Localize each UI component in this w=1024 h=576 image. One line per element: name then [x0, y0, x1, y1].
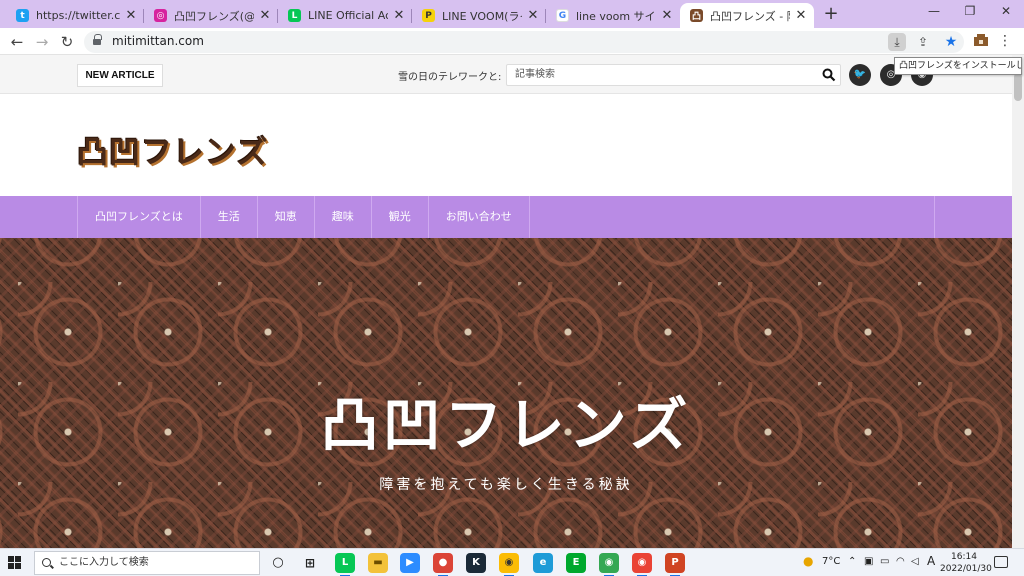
ime-indicator[interactable]: A: [927, 554, 935, 568]
install-app-icon[interactable]: ⤓: [888, 33, 906, 51]
share-icon[interactable]: ⇪: [914, 33, 932, 51]
nav-item-wisdom[interactable]: 知恵: [258, 196, 315, 238]
nav-item-contact[interactable]: お問い合わせ: [429, 196, 530, 238]
page-scrollbar[interactable]: ▲: [1012, 55, 1024, 548]
bookmark-star-icon[interactable]: ★: [942, 33, 960, 51]
wifi-icon[interactable]: ◠: [896, 556, 905, 567]
browser-toolbar: ← → ↻ mitimittan.com ⤓ ⇪ ★: [0, 28, 1024, 55]
chrome-icon[interactable]: ◉: [499, 553, 519, 576]
minimize-icon[interactable]: —: [924, 4, 944, 22]
search-icon[interactable]: [822, 68, 836, 82]
latest-article-ticker[interactable]: 雪の日のテレワークと:: [398, 68, 501, 83]
close-icon[interactable]: ✕: [526, 8, 540, 23]
restore-icon[interactable]: ❐: [960, 4, 980, 22]
scrollbar-thumb[interactable]: [1014, 73, 1022, 101]
close-icon[interactable]: ✕: [660, 8, 674, 23]
google-icon: G: [556, 9, 569, 22]
tab-google[interactable]: G line voom サイズ - Go ✕: [546, 3, 680, 28]
kindle-icon[interactable]: K: [466, 553, 486, 573]
tab-dekoboko-active[interactable]: 凸 凸凹フレンズ - 障害を抱 ✕: [680, 3, 814, 28]
windows-start-icon[interactable]: [8, 556, 22, 570]
reload-icon[interactable]: ↻: [57, 32, 77, 52]
back-arrow-icon[interactable]: ←: [7, 32, 27, 52]
file-explorer-icon[interactable]: ▬: [368, 553, 388, 573]
tray-app-icon[interactable]: ▣: [864, 556, 873, 567]
site-nav-menu: 凸凹フレンズとは 生活 知恵 趣味 観光 お問い合わせ: [77, 196, 935, 238]
chrome-window-icon[interactable]: ◉: [632, 553, 652, 576]
tab-twitter[interactable]: t https://twitter.com/ ✕: [6, 3, 144, 28]
edge-icon[interactable]: e: [533, 553, 553, 573]
new-article-label: NEW ARTICLE: [77, 64, 163, 87]
site-header: 凸凹フレンズ: [0, 95, 1012, 196]
address-bar[interactable]: mitimittan.com ⤓ ⇪ ★: [84, 31, 964, 53]
tab-title: LINE Official Accoun: [308, 9, 388, 22]
hero-banner: 凸凹フレンズ 障害を抱えても楽しく生きる秘訣: [0, 238, 1012, 548]
taskbar-search-placeholder: ここに入力して検索: [59, 557, 149, 568]
taskbar-search-input[interactable]: ここに入力して検索: [34, 551, 260, 575]
twitter-icon: t: [16, 9, 29, 22]
tab-title: LINE VOOM(ラインブ: [442, 9, 522, 23]
powerpoint-icon[interactable]: P: [665, 553, 685, 576]
web-page: NEW ARTICLE 雪の日のテレワークと: 記事検索 🐦 ◎ ◉ 凸凹フレン…: [0, 55, 1012, 548]
clock-date: 2022/01/30: [940, 564, 992, 574]
search-icon: [42, 558, 51, 567]
close-icon[interactable]: ✕: [392, 8, 406, 23]
line-app-icon[interactable]: L: [335, 553, 355, 576]
site-icon: 凸: [690, 9, 703, 22]
evernote-icon[interactable]: E: [566, 553, 586, 573]
site-top-bar: NEW ARTICLE 雪の日のテレワークと: 記事検索 🐦 ◎ ◉: [0, 55, 1012, 94]
article-search-input[interactable]: 記事検索: [506, 64, 841, 86]
extension-icon[interactable]: [973, 33, 989, 47]
zoom-icon[interactable]: ▶: [400, 553, 420, 573]
forward-arrow-icon[interactable]: →: [32, 32, 52, 52]
windows-taskbar: ここに入力して検索 ○ ⊞ L ▬ ▶ ● K ◉ e E ◉ ◉ P ● 7°…: [0, 548, 1024, 576]
nav-item-sightseeing[interactable]: 観光: [372, 196, 429, 238]
url-text: mitimittan.com: [112, 34, 204, 48]
widgets-icon[interactable]: ⊞: [300, 553, 320, 573]
clock-time: 16:14: [951, 552, 977, 562]
weather-icon[interactable]: ●: [803, 554, 813, 568]
tray-chevron-icon[interactable]: ⌃: [848, 556, 856, 567]
tab-title: https://twitter.com/: [36, 9, 120, 22]
site-logo[interactable]: 凸凹フレンズ: [77, 127, 268, 172]
tab-line-official[interactable]: L LINE Official Accoun ✕: [278, 3, 412, 28]
close-icon[interactable]: ✕: [794, 8, 808, 23]
lock-icon: [93, 34, 102, 46]
nav-item-life[interactable]: 生活: [201, 196, 258, 238]
window-close-icon[interactable]: ✕: [996, 4, 1016, 22]
nav-item-about[interactable]: 凸凹フレンズとは: [78, 196, 201, 238]
task-view-icon[interactable]: ○: [268, 553, 288, 573]
tab-title: 凸凹フレンズ - 障害を抱: [710, 9, 790, 23]
chrome-profile-icon[interactable]: ●: [433, 553, 453, 576]
nav-item-hobby[interactable]: 趣味: [315, 196, 372, 238]
chrome-app-icon[interactable]: ◉: [599, 553, 619, 576]
p-icon: P: [422, 9, 435, 22]
tab-instagram[interactable]: ◎ 凸凹フレンズ(@dekob ✕: [144, 3, 278, 28]
close-icon[interactable]: ✕: [124, 8, 138, 23]
weather-temperature[interactable]: 7°C: [822, 556, 840, 567]
line-icon: L: [288, 9, 301, 22]
close-icon[interactable]: ✕: [258, 8, 272, 23]
hero-title: 凸凹フレンズ: [320, 391, 692, 459]
tab-title: line voom サイズ - Go: [576, 9, 656, 23]
site-nav: 凸凹フレンズとは 生活 知恵 趣味 観光 お問い合わせ: [0, 196, 1012, 238]
tab-title: 凸凹フレンズ(@dekob: [174, 9, 254, 23]
instagram-icon: ◎: [154, 9, 167, 22]
taskbar-clock[interactable]: 16:14 2022/01/30: [940, 551, 992, 575]
twitter-icon[interactable]: 🐦: [849, 64, 871, 86]
menu-kebab-icon[interactable]: ⋮: [998, 32, 1012, 50]
browser-tab-strip: t https://twitter.com/ ✕ ◎ 凸凹フレンズ(@dekob…: [0, 0, 1024, 28]
tab-line-voom[interactable]: P LINE VOOM(ラインブ ✕: [412, 3, 546, 28]
notification-icon[interactable]: [994, 556, 1008, 568]
battery-icon[interactable]: ▭: [880, 556, 889, 567]
hero-subtitle: 障害を抱えても楽しく生きる秘訣: [379, 477, 633, 493]
volume-icon[interactable]: ◁: [911, 556, 919, 567]
new-tab-button[interactable]: +: [822, 5, 840, 23]
install-tooltip: 凸凹フレンズをインストールします: [894, 57, 1022, 75]
